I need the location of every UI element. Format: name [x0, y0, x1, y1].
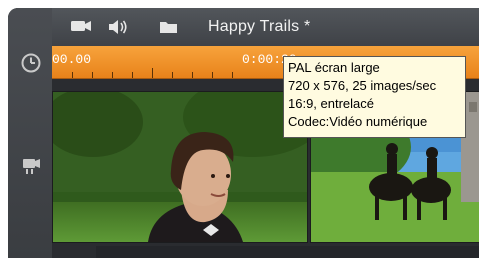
title-bar: Happy Trails * — [52, 8, 479, 47]
tooltip-line-aspect: 16:9, entrelacé — [288, 96, 375, 111]
clip-thumbnail-girl — [53, 92, 307, 242]
project-title: Happy Trails * — [208, 18, 311, 35]
editor-panel: Happy Trails * 00.00 0:00:20 PAL écran l… — [0, 0, 479, 258]
ruler-tick — [192, 72, 193, 78]
format-tooltip: PAL écran large 720 x 576, 25 images/sec… — [283, 56, 466, 138]
track-header-rail — [8, 8, 53, 258]
video-clip-girl[interactable] — [52, 91, 308, 243]
tooltip-line-resolution: 720 x 576, 25 images/sec — [288, 78, 437, 93]
camera-icon[interactable] — [70, 18, 92, 36]
clock-icon[interactable] — [20, 52, 42, 74]
tooltip-line-format: PAL écran large — [288, 60, 380, 75]
ruler-tick — [92, 72, 93, 78]
ruler-tick — [232, 72, 233, 78]
ruler-tick — [152, 68, 153, 78]
camera-track-icon[interactable] — [20, 154, 42, 176]
track-bottom-strip — [96, 246, 479, 258]
ruler-tick — [112, 72, 113, 78]
ruler-tick — [212, 72, 213, 78]
ruler-tick — [72, 72, 73, 78]
ruler-start-time: 00.00 — [52, 52, 92, 67]
speaker-icon[interactable] — [107, 18, 129, 36]
ruler-tick — [132, 72, 133, 78]
tooltip-line-codec: Codec:Vidéo numérique — [288, 114, 428, 129]
ruler-tick — [172, 72, 173, 78]
folder-icon[interactable] — [158, 18, 180, 36]
